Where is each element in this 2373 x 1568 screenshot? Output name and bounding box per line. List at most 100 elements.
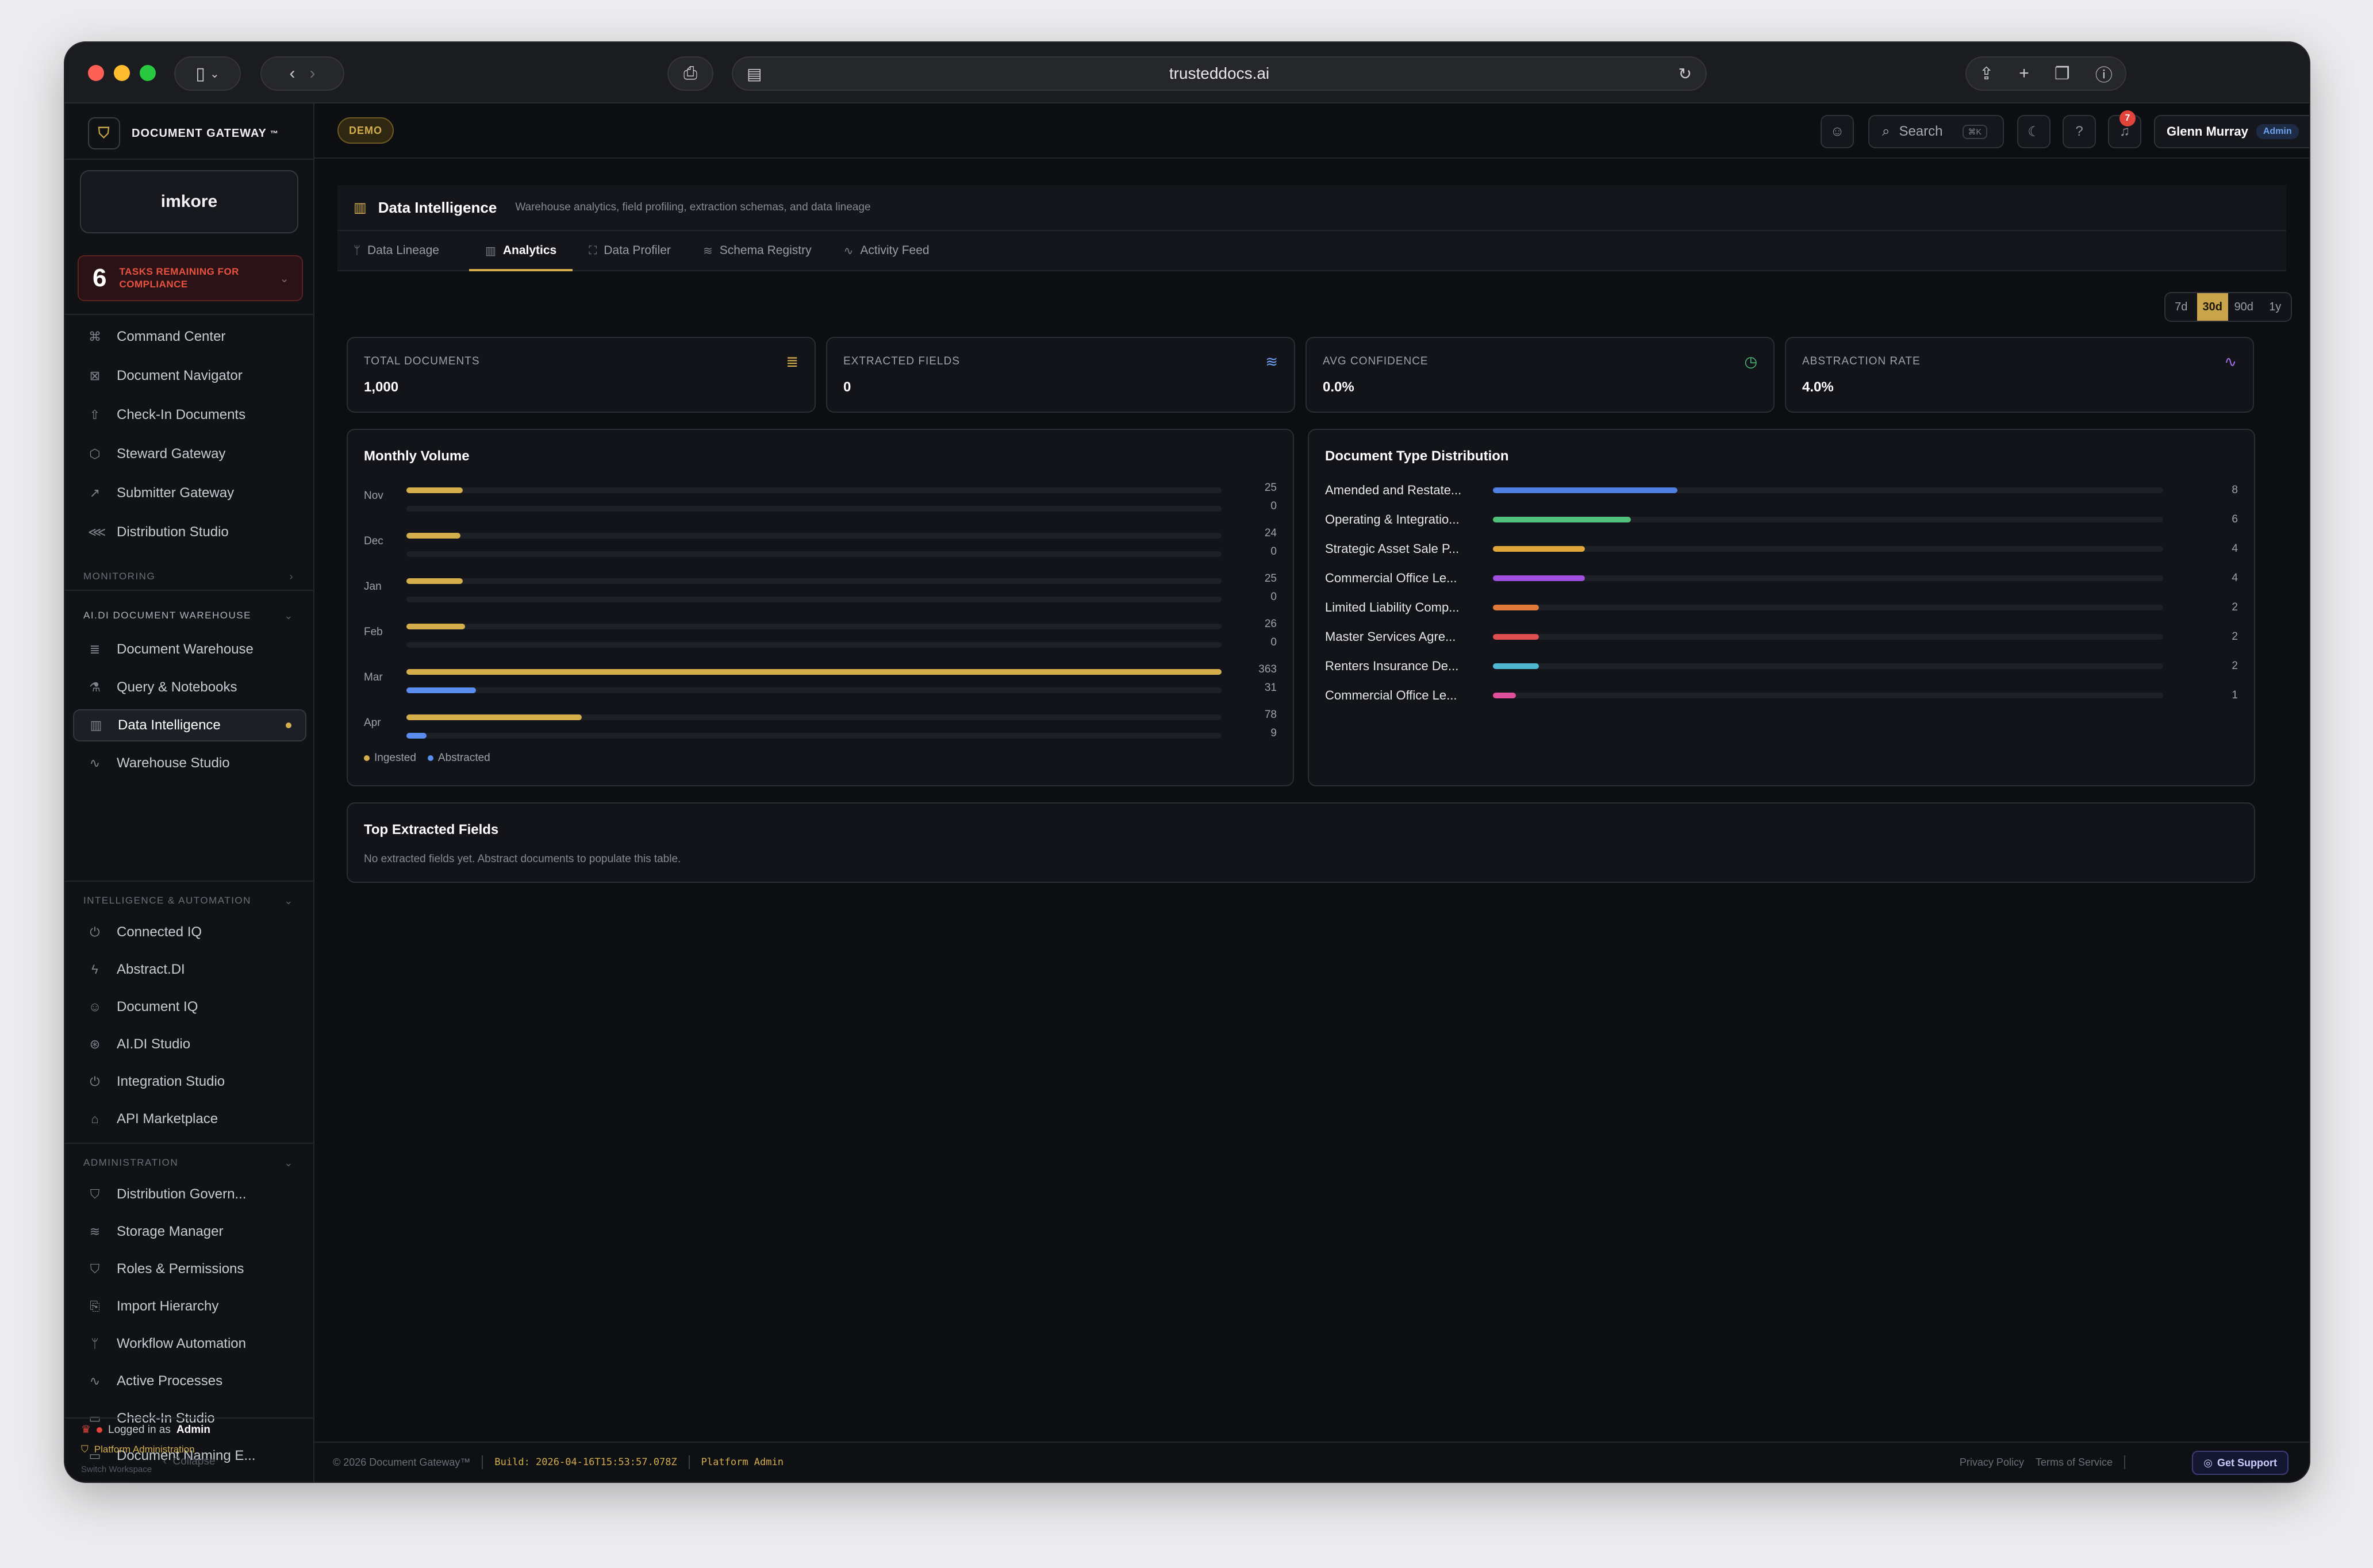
printer-button[interactable]: ⎙ bbox=[667, 56, 713, 91]
forward-button[interactable]: › bbox=[310, 64, 316, 83]
section-label: INTELLIGENCE & AUTOMATION bbox=[83, 895, 251, 906]
sidebar-item-warehouse-studio[interactable]: ∿ Warehouse Studio bbox=[73, 747, 306, 779]
navigator-icon: ⊠ bbox=[89, 368, 101, 383]
sidebar-item-steward-gateway[interactable]: ⬡ Steward Gateway bbox=[73, 438, 306, 470]
reload-icon[interactable]: ↻ bbox=[1679, 64, 1692, 83]
collapse-label: Collapse bbox=[172, 1455, 216, 1467]
sidebar-item-distribution-studio[interactable]: ⋘ Distribution Studio bbox=[73, 516, 306, 548]
legend-label: Abstracted bbox=[437, 752, 490, 764]
sidebar-item-document-navigator[interactable]: ⊠ Document Navigator bbox=[73, 360, 306, 392]
sidebar-item-distribution-govern[interactable]: ⛉ Distribution Govern... bbox=[73, 1178, 306, 1210]
tab-analytics[interactable]: ▥ Analytics bbox=[469, 231, 573, 271]
theme-toggle-button[interactable]: ☾ bbox=[2017, 115, 2051, 148]
tab-data-lineage[interactable]: ᛘ Data Lineage bbox=[354, 231, 455, 270]
sidebar-item-document-warehouse[interactable]: ≣ Document Warehouse bbox=[73, 633, 306, 666]
layers-icon: ≋ bbox=[702, 244, 713, 258]
app-root: ⛉ DOCUMENT GATEWAY ™ imkore 6 TASKS REMA… bbox=[65, 103, 2309, 1482]
new-tab-icon[interactable]: + bbox=[2019, 64, 2029, 83]
doc-type-label: Renters Insurance De... bbox=[1325, 659, 1459, 673]
tabs-overview-icon[interactable]: ❐ bbox=[2055, 64, 2070, 84]
sidebar-item-ai-di-studio[interactable]: ⊛ AI.DI Studio bbox=[73, 1028, 306, 1060]
sidebar-item-integration-studio[interactable]: ⏻ Integration Studio bbox=[73, 1066, 306, 1098]
minimize-window-button[interactable] bbox=[114, 65, 130, 81]
sidebar-item-label: Submitter Gateway bbox=[117, 485, 235, 501]
bar-chart-icon: ▥ bbox=[354, 199, 367, 216]
back-button[interactable]: ‹ bbox=[289, 64, 295, 83]
range-option-7d[interactable]: 7d bbox=[2165, 293, 2197, 321]
section-administration[interactable]: ADMINISTRATION ⌄ bbox=[83, 1154, 302, 1171]
bar-value: 2 bbox=[2232, 660, 2238, 672]
layers-icon: ≋ bbox=[89, 1224, 101, 1239]
search-button[interactable]: ⌕ Search ⌘K bbox=[1868, 115, 2004, 148]
sidebar-item-query-notebooks[interactable]: ⚗ Query & Notebooks bbox=[73, 671, 306, 704]
layers-icon: ≋ bbox=[1265, 353, 1278, 370]
section-label: ADMINISTRATION bbox=[83, 1157, 179, 1168]
section-warehouse[interactable]: AI.DI DOCUMENT WAREHOUSE ⌄ bbox=[83, 607, 302, 624]
info-icon[interactable]: ⓘ bbox=[2095, 61, 2113, 86]
plug-icon: ⏻ bbox=[90, 925, 100, 939]
divider bbox=[688, 1455, 690, 1469]
bar-value: 4 bbox=[2232, 572, 2238, 584]
privacy-link[interactable]: Privacy Policy bbox=[1960, 1456, 2024, 1469]
compliance-tasks-banner[interactable]: 6 TASKS REMAINING FOR COMPLIANCE ⌄ bbox=[78, 255, 303, 301]
address-bar[interactable]: ▤ trusteddocs.ai ↻ bbox=[732, 56, 1707, 91]
tab-data-profiler[interactable]: ⛶ Data Profiler bbox=[589, 231, 687, 270]
sidebar-item-storage-manager[interactable]: ≋ Storage Manager bbox=[73, 1216, 306, 1248]
platform-label: Platform Administration bbox=[94, 1444, 195, 1455]
crown-icon: ♛ bbox=[81, 1424, 91, 1436]
tab-bar: ᛘ Data Lineage ▥ Analytics ⛶ Data Profiler ≋ Sc… bbox=[337, 231, 2286, 271]
bar-value: 24 bbox=[1264, 527, 1277, 539]
help-button[interactable]: ? bbox=[2063, 115, 2096, 148]
sidebar-item-roles-permissions[interactable]: ⛉ Roles & Permissions bbox=[73, 1253, 306, 1285]
share-icon[interactable]: ⇪ bbox=[1979, 64, 1994, 84]
sidebar-toggle-button[interactable]: ▯ ⌄ bbox=[174, 56, 241, 91]
section-monitoring[interactable]: MONITORING › bbox=[83, 568, 302, 585]
sidebar-item-check-in-documents[interactable]: ⇧ Check-In Documents bbox=[73, 399, 306, 431]
platform-admin-link[interactable]: ⛉ Platform Administration bbox=[81, 1444, 195, 1455]
tab-schema-registry[interactable]: ≋ Schema Registry bbox=[703, 231, 828, 270]
logged-prefix: Logged in as bbox=[108, 1423, 171, 1436]
user-menu[interactable]: Glenn Murray Admin ⚙ bbox=[2154, 115, 2309, 148]
kpi-card-abstraction-rate: ABSTRACTION RATE 4.0% ∿ bbox=[1785, 337, 2254, 413]
range-option-30d[interactable]: 30d bbox=[2197, 293, 2228, 321]
sidebar-item-abstract-di[interactable]: ϟ Abstract.DI bbox=[73, 954, 306, 986]
kpi-label: AVG CONFIDENCE bbox=[1323, 355, 1429, 367]
bar-value: 78 bbox=[1264, 709, 1277, 721]
sidebar-item-import-hierarchy[interactable]: ⎘ Import Hierarchy bbox=[73, 1290, 306, 1323]
sidebar-item-api-marketplace[interactable]: ⌂ API Marketplace bbox=[73, 1103, 306, 1135]
sidebar-item-label: AI.DI Studio bbox=[117, 1036, 191, 1052]
bar-value: 6 bbox=[2232, 513, 2238, 525]
sidebar-item-data-intelligence[interactable]: ▥ Data Intelligence bbox=[73, 709, 306, 741]
bar-track bbox=[406, 597, 1222, 602]
sidebar-item-label: Query & Notebooks bbox=[117, 679, 237, 695]
get-support-button[interactable]: ◎ Get Support bbox=[2192, 1451, 2288, 1475]
close-window-button[interactable] bbox=[88, 65, 104, 81]
page-settings-icon: ▤ bbox=[747, 64, 762, 83]
bot-icon: ☺ bbox=[1830, 124, 1845, 139]
range-option-1y[interactable]: 1y bbox=[2260, 293, 2291, 321]
tab-activity-feed[interactable]: ∿ Activity Feed bbox=[844, 231, 946, 270]
bar-track bbox=[406, 624, 1222, 629]
sidebar-item-document-iq[interactable]: ☺ Document IQ bbox=[73, 991, 306, 1023]
terms-link[interactable]: Terms of Service bbox=[2036, 1456, 2113, 1469]
sidebar-item-workflow-automation[interactable]: ᛘ Workflow Automation bbox=[73, 1328, 306, 1360]
collapse-button[interactable]: ‹ Collapse bbox=[65, 1455, 313, 1468]
empty-state-text: No extracted fields yet. Abstract docume… bbox=[364, 853, 681, 865]
bar-value: 4 bbox=[2232, 543, 2238, 555]
assistant-button[interactable]: ☺ bbox=[1821, 115, 1854, 148]
sidebar-item-submitter-gateway[interactable]: ↗ Submitter Gateway bbox=[73, 477, 306, 509]
shield-icon: ⛉ bbox=[81, 1444, 89, 1455]
range-option-90d[interactable]: 90d bbox=[2228, 293, 2260, 321]
workspace-logo[interactable]: imkore bbox=[80, 170, 298, 233]
sidebar-item-label: Check-In Documents bbox=[117, 407, 246, 422]
logged-role: Admin bbox=[176, 1423, 210, 1436]
bolt-icon: ϟ bbox=[91, 962, 98, 977]
sidebar-item-command-center[interactable]: ⌘ Command Center bbox=[73, 321, 306, 353]
sidebar-item-active-processes[interactable]: ∿ Active Processes bbox=[73, 1365, 306, 1397]
bar-ingested-mar bbox=[406, 669, 1222, 675]
maximize-window-button[interactable] bbox=[140, 65, 156, 81]
brand[interactable]: ⛉ DOCUMENT GATEWAY ™ bbox=[80, 113, 303, 154]
sidebar-item-connected-iq[interactable]: ⏻ Connected IQ bbox=[73, 916, 306, 948]
section-intelligence[interactable]: INTELLIGENCE & AUTOMATION ⌄ bbox=[83, 892, 302, 909]
bar-value: 0 bbox=[1270, 591, 1277, 603]
